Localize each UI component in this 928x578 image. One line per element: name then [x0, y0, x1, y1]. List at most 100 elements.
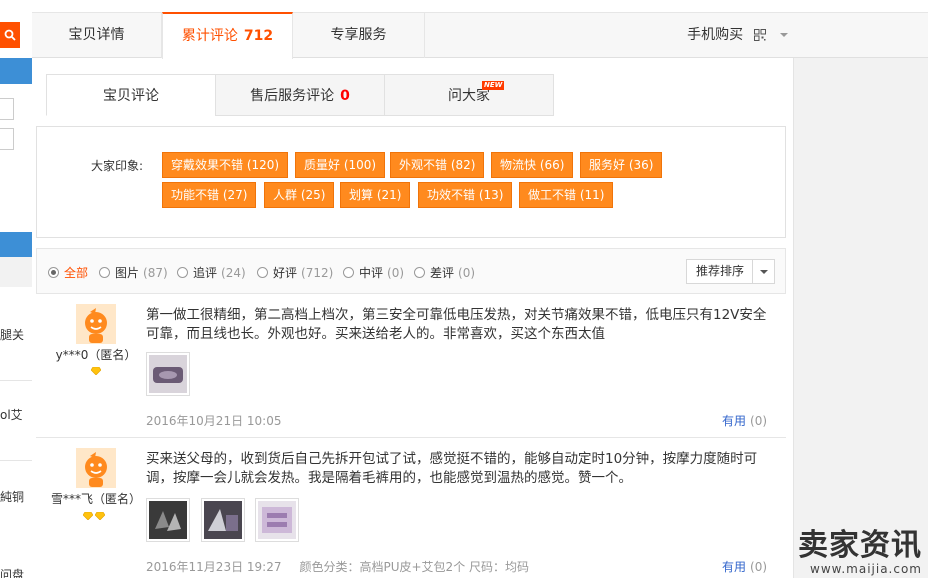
price-min-input[interactable] [0, 98, 14, 120]
after-sales-count: 0 [340, 88, 350, 104]
review-photo[interactable] [146, 498, 190, 542]
sort-label: 推荐排序 [695, 264, 744, 278]
tab-label: 累计评论 [181, 28, 238, 44]
radio-icon [414, 267, 425, 278]
sidebar-item-text[interactable]: 腿关 [0, 326, 24, 343]
useful-button[interactable]: 有用 (0) [722, 558, 767, 575]
mobile-buy-label: 手机购买 [687, 27, 744, 43]
tab-exclusive-service[interactable]: 专享服务 [293, 13, 425, 58]
filter-neutral[interactable]: 中评 (0) [343, 264, 404, 281]
impressions-panel: 大家印象: 穿戴效果不错 (120) 质量好 (100) 外观不错 (82) 物… [36, 126, 786, 238]
filter-count: (0) [458, 266, 476, 280]
review-date-text: 2016年10月21日 10:05 [146, 414, 282, 428]
qr-code-icon [753, 29, 766, 41]
review-item: y***0（匿名） 第一做工很精细，第二高档上档次，第三安全可靠低电压发热，对关… [36, 294, 786, 438]
review-date: 2016年11月23日 19:27 颜色分类：高档PU皮+艾包2个 尺码：均码 [146, 558, 529, 575]
useful-button[interactable]: 有用 (0) [722, 412, 767, 429]
right-side-panel [793, 58, 928, 578]
filter-label: 好评 [273, 266, 298, 280]
photo-thumbnail [204, 501, 242, 539]
search-button[interactable] [0, 22, 20, 48]
product-review-page: 腿关 ol艾 純铜 问盘 宝贝详情 累计评论 712 专享服务 手机购买 宝贝评… [0, 0, 928, 578]
price-max-input[interactable] [0, 128, 14, 150]
filter-label: 图片 [115, 266, 140, 280]
sidebar-item-text[interactable]: 純铜 [0, 488, 24, 505]
impression-tag[interactable]: 物流快 (66) [491, 152, 574, 178]
tab-label: 宝贝详情 [68, 27, 125, 43]
filter-followup[interactable]: 追评 (24) [177, 264, 246, 281]
review-text: 买来送父母的，收到货后自己先拆开包试了试，感觉挺不错的，能够自动定时10分钟，按… [146, 451, 758, 486]
sort-dropdown[interactable]: 推荐排序 [686, 259, 775, 284]
filter-count: (87) [143, 266, 168, 280]
filter-label: 差评 [430, 266, 455, 280]
review-item: 雪***飞（匿名） 买来送父母的，收到货后自己先拆开包试了试，感觉挺不错的，能够… [36, 438, 786, 578]
review-date-text: 2016年11月23日 19:27 [146, 560, 282, 574]
review-sku-meta: 颜色分类：高档PU皮+艾包2个 尺码：均码 [299, 560, 530, 574]
tab-item-reviews[interactable]: 宝贝评论 [46, 74, 216, 116]
useful-count: (0) [750, 414, 768, 428]
impression-tag[interactable]: 质量好 (100) [295, 152, 386, 178]
tab-ask-everyone[interactable]: 问大家 NEW [384, 74, 554, 116]
review-photo[interactable] [255, 498, 299, 542]
diamond-icon [95, 512, 105, 520]
chevron-down-icon[interactable] [752, 260, 774, 283]
reviewer-level [83, 512, 105, 522]
filter-negative[interactable]: 差评 (0) [414, 264, 475, 281]
reviewer-name: y***0（匿名） [55, 348, 137, 362]
tab-reviews[interactable]: 累计评论 712 [162, 12, 293, 59]
radio-icon [48, 267, 59, 278]
filter-label: 追评 [193, 266, 218, 280]
diamond-icon [83, 512, 93, 520]
diamond-icon [91, 367, 101, 375]
filter-label: 中评 [359, 266, 384, 280]
review-filter-bar: 全部 图片 (87) 追评 (24) 好评 (712) 中评 (0) 差评 (0) 推荐排… [36, 248, 786, 294]
sidebar-item-text[interactable]: 问盘 [0, 566, 24, 578]
radio-icon [257, 267, 268, 278]
avatar [76, 304, 116, 344]
mobile-buy-button[interactable]: 手机购买 [687, 13, 788, 57]
impression-tag[interactable]: 功能不错 (27) [162, 182, 257, 208]
sidebar-item-text[interactable]: ol艾 [0, 406, 23, 423]
tab-label: 售后服务评论 [250, 88, 335, 104]
filter-photos[interactable]: 图片 (87) [99, 264, 168, 281]
impression-tag[interactable]: 穿戴效果不错 (120) [162, 152, 289, 178]
tab-product-details[interactable]: 宝贝详情 [32, 13, 162, 58]
watermark-url: www.maijia.com [810, 562, 922, 576]
photo-thumbnail [149, 501, 187, 539]
chevron-down-icon [780, 33, 788, 37]
impressions-label: 大家印象: [91, 159, 144, 173]
sidebar-subheader [0, 257, 32, 287]
tab-label: 专享服务 [330, 27, 387, 43]
avatar [76, 448, 116, 488]
reviewer-name: 雪***飞（匿名） [50, 492, 141, 506]
divider [0, 380, 32, 381]
filter-all[interactable]: 全部 [48, 264, 88, 281]
impression-tag[interactable]: 外观不错 (82) [390, 152, 485, 178]
filter-count: (0) [387, 266, 405, 280]
photo-thumbnail [149, 355, 187, 393]
review-photo[interactable] [146, 352, 190, 396]
review-photo[interactable] [201, 498, 245, 542]
review-date: 2016年10月21日 10:05 [146, 412, 281, 429]
sidebar-header [0, 58, 32, 84]
impression-tag[interactable]: 做工不错 (11) [519, 182, 614, 208]
impression-tag[interactable]: 划算 (21) [340, 182, 411, 208]
tab-label: 问大家 [448, 88, 490, 104]
impression-tag[interactable]: 人群 (25) [264, 182, 335, 208]
radio-icon [343, 267, 354, 278]
tab-after-sales-reviews[interactable]: 售后服务评论 0 [215, 74, 385, 116]
search-icon [4, 29, 16, 41]
review-count: 712 [243, 28, 274, 44]
filter-count: (24) [221, 266, 246, 280]
divider [0, 460, 32, 461]
watermark-logo-text: 卖家资讯 [798, 528, 922, 563]
review-text: 第一做工很精细，第二高档上档次，第三安全可靠低电压发热，对关节痛效果不错，低电压… [146, 307, 767, 342]
sidebar-section-header [0, 232, 32, 257]
impression-tag[interactable]: 服务好 (36) [580, 152, 663, 178]
useful-count: (0) [750, 560, 768, 574]
photo-thumbnail [258, 501, 296, 539]
filter-positive[interactable]: 好评 (712) [257, 264, 333, 281]
filter-count: (712) [301, 266, 334, 280]
impression-tag[interactable]: 功效不错 (13) [418, 182, 513, 208]
radio-icon [177, 267, 188, 278]
